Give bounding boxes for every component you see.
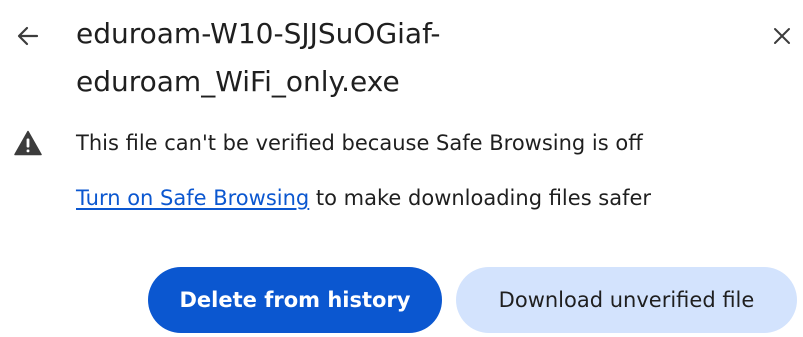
hint-text: to make downloading files safer (309, 186, 652, 210)
file-name-line-2: eduroam_WiFi_only.exe (76, 65, 400, 98)
download-unverified-file-button[interactable]: Download unverified file (456, 267, 797, 333)
turn-on-safe-browsing-link[interactable]: Turn on Safe Browsing (76, 186, 309, 210)
arrow-left-icon (17, 26, 39, 46)
file-name-title: eduroam-W10-SJJSuOGiaf- eduroam_WiFi_onl… (76, 10, 716, 106)
delete-from-history-button[interactable]: Delete from history (148, 267, 442, 333)
download-warning-panel: eduroam-W10-SJJSuOGiaf- eduroam_WiFi_onl… (0, 0, 803, 337)
file-name-line-1: eduroam-W10-SJJSuOGiaf- (76, 17, 441, 50)
back-button[interactable] (10, 18, 46, 54)
warning-message: This file can't be verified because Safe… (76, 131, 643, 155)
close-button[interactable] (764, 18, 800, 54)
safe-browsing-hint: Turn on Safe Browsing to make downloadin… (76, 183, 651, 213)
close-icon (774, 28, 790, 44)
warning-triangle-icon (14, 130, 42, 156)
